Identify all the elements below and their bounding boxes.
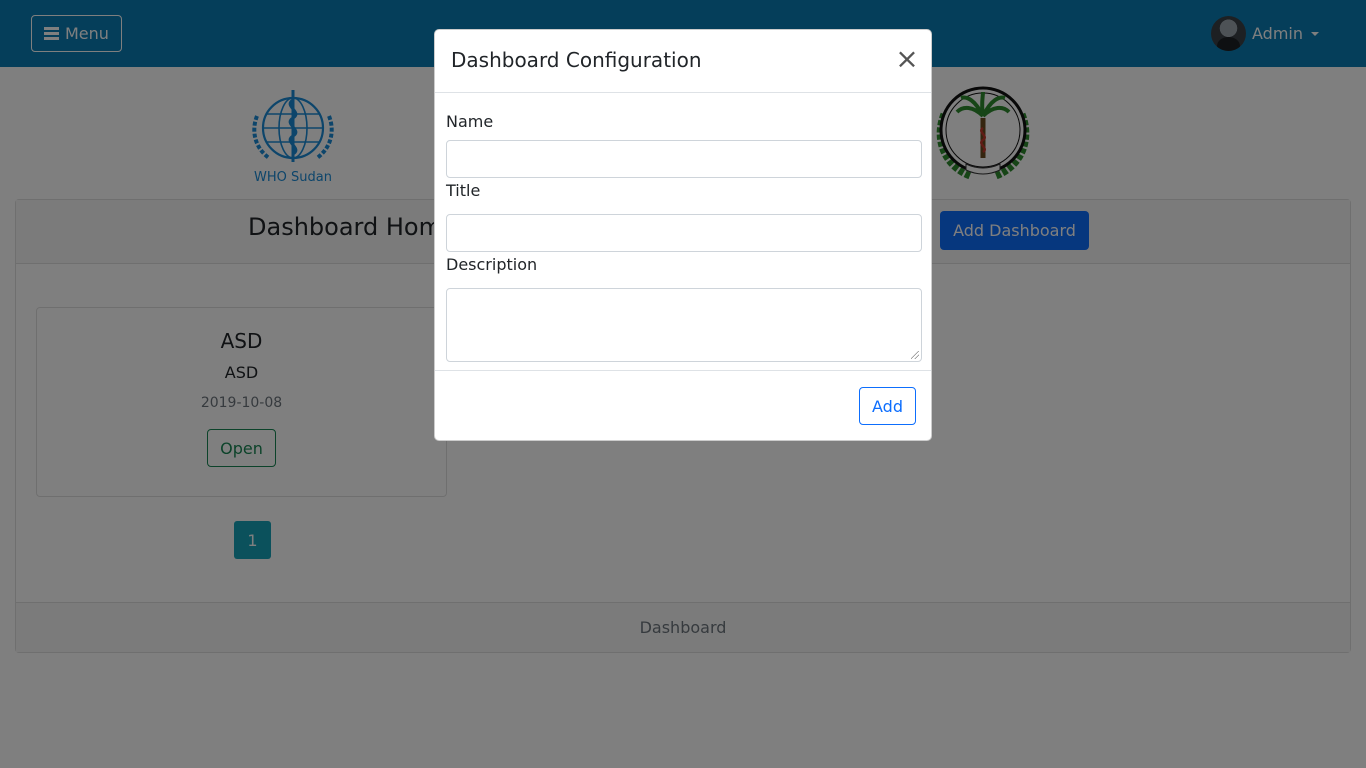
description-label: Description [446, 255, 538, 274]
dashboard-configuration-modal: Dashboard Configuration × Name Title Des… [434, 29, 932, 441]
close-icon[interactable]: × [895, 43, 919, 75]
add-button[interactable]: Add [859, 387, 916, 425]
title-input[interactable] [446, 214, 922, 252]
title-label: Title [446, 181, 481, 200]
modal-footer: Add [435, 370, 931, 441]
modal-header: Dashboard Configuration × [435, 30, 931, 93]
modal-title: Dashboard Configuration [451, 48, 702, 72]
name-input[interactable] [446, 140, 922, 178]
description-textarea[interactable] [446, 288, 922, 362]
modal-body: Name Title Description [446, 93, 922, 362]
name-label: Name [446, 112, 494, 131]
